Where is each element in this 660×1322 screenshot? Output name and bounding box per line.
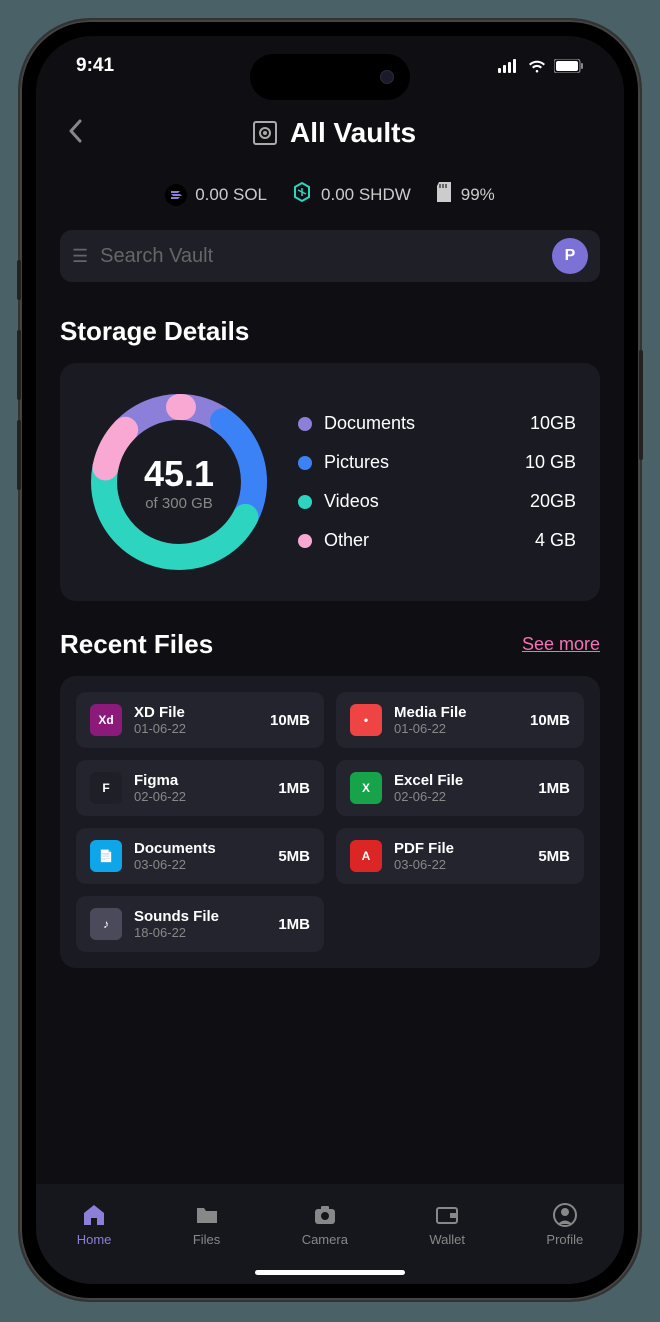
file-type-icon: • [350,704,382,736]
nav-label: Profile [546,1232,583,1247]
sd-card-icon [435,181,453,208]
file-date: 02-06-22 [394,789,526,804]
search-bar[interactable]: ☰ Search Vault P [60,230,600,282]
balance-stats: 0.00 SOL 0.00 SHDW 99% [36,169,624,220]
vault-icon [250,118,280,148]
home-indicator[interactable] [255,1270,405,1275]
file-card[interactable]: ♪ Sounds File18-06-22 1MB [76,896,324,952]
file-card[interactable]: X Excel File02-06-22 1MB [336,760,584,816]
file-date: 01-06-22 [134,721,258,736]
nav-home[interactable]: Home [77,1202,112,1247]
wallet-icon [434,1202,460,1228]
file-card[interactable]: F Figma02-06-22 1MB [76,760,324,816]
legend-value: 20GB [530,491,576,512]
see-more-link[interactable]: See more [522,634,600,655]
legend-value: 10GB [530,413,576,434]
back-button[interactable] [60,106,90,159]
bottom-nav: Home Files Camera Wallet Profile [36,1184,624,1284]
storage-section-title: Storage Details [36,292,624,363]
file-size: 1MB [538,780,570,797]
phone-frame: 9:41 All Vaults 0.00 SOL [20,20,640,1300]
nav-profile[interactable]: Profile [546,1202,583,1247]
file-name: Media File [394,704,518,721]
file-size: 10MB [530,712,570,729]
storage-donut-chart: 45.1 of 300 GB [84,387,274,577]
battery-icon [554,59,584,73]
legend-row: Videos 20GB [298,491,576,512]
legend-value: 4 GB [535,530,576,551]
home-icon [81,1202,107,1228]
legend-row: Documents 10GB [298,413,576,434]
legend-row: Pictures 10 GB [298,452,576,473]
nav-label: Files [193,1232,220,1247]
file-type-icon: Xd [90,704,122,736]
legend-row: Other 4 GB [298,530,576,551]
file-size: 1MB [278,916,310,933]
file-name: Figma [134,772,266,789]
storage-card: 45.1 of 300 GB Documents 10GB Pictures 10 G… [60,363,600,601]
recent-files-title: Recent Files [60,629,213,660]
legend-dot [298,417,312,431]
file-type-icon: F [90,772,122,804]
shdw-icon [291,181,313,208]
file-card[interactable]: • Media File01-06-22 10MB [336,692,584,748]
file-name: Sounds File [134,908,266,925]
storage-pct: 99% [435,181,495,208]
storage-total-label: of 300 GB [145,495,213,512]
storage-used-value: 45.1 [144,453,214,495]
file-name: PDF File [394,840,526,857]
legend-dot [298,534,312,548]
profile-icon [552,1202,578,1228]
nav-wallet[interactable]: Wallet [429,1202,465,1247]
signal-icon [498,59,520,73]
legend-name: Other [324,530,523,551]
file-card[interactable]: 📄 Documents03-06-22 5MB [76,828,324,884]
file-name: Excel File [394,772,526,789]
file-date: 02-06-22 [134,789,266,804]
file-type-icon: A [350,840,382,872]
status-time: 9:41 [76,55,114,77]
sol-balance: 0.00 SOL [165,181,267,208]
files-icon [194,1202,220,1228]
storage-legend: Documents 10GB Pictures 10 GB Videos 20GB Othe… [298,413,576,551]
file-name: Documents [134,840,266,857]
legend-value: 10 GB [525,452,576,473]
file-size: 5MB [278,848,310,865]
avatar[interactable]: P [552,238,588,274]
legend-name: Pictures [324,452,513,473]
nav-label: Home [77,1232,112,1247]
file-type-icon: X [350,772,382,804]
file-type-icon: ♪ [90,908,122,940]
nav-files[interactable]: Files [193,1202,220,1247]
legend-dot [298,495,312,509]
nav-label: Wallet [429,1232,465,1247]
legend-name: Documents [324,413,518,434]
file-name: XD File [134,704,258,721]
page-header: All Vaults [36,96,624,169]
recent-files-grid: XdXD File01-06-2210MB•Media File01-06-22… [60,676,600,968]
file-card[interactable]: Xd XD File01-06-22 10MB [76,692,324,748]
file-type-icon: 📄 [90,840,122,872]
wifi-icon [527,59,547,73]
file-size: 5MB [538,848,570,865]
legend-dot [298,456,312,470]
phone-screen: 9:41 All Vaults 0.00 SOL [36,36,624,1284]
file-date: 01-06-22 [394,721,518,736]
sol-icon [165,184,187,206]
menu-icon[interactable]: ☰ [72,246,88,267]
legend-name: Videos [324,491,518,512]
file-card[interactable]: A PDF File03-06-22 5MB [336,828,584,884]
nav-label: Camera [302,1232,348,1247]
file-date: 18-06-22 [134,925,266,940]
nav-camera[interactable]: Camera [302,1202,348,1247]
search-input[interactable]: Search Vault [100,245,540,268]
page-title: All Vaults [290,117,416,149]
file-size: 1MB [278,780,310,797]
file-size: 10MB [270,712,310,729]
shdw-balance: 0.00 SHDW [291,181,411,208]
file-date: 03-06-22 [134,857,266,872]
file-date: 03-06-22 [394,857,526,872]
camera-icon [312,1202,338,1228]
dynamic-island [250,54,410,100]
